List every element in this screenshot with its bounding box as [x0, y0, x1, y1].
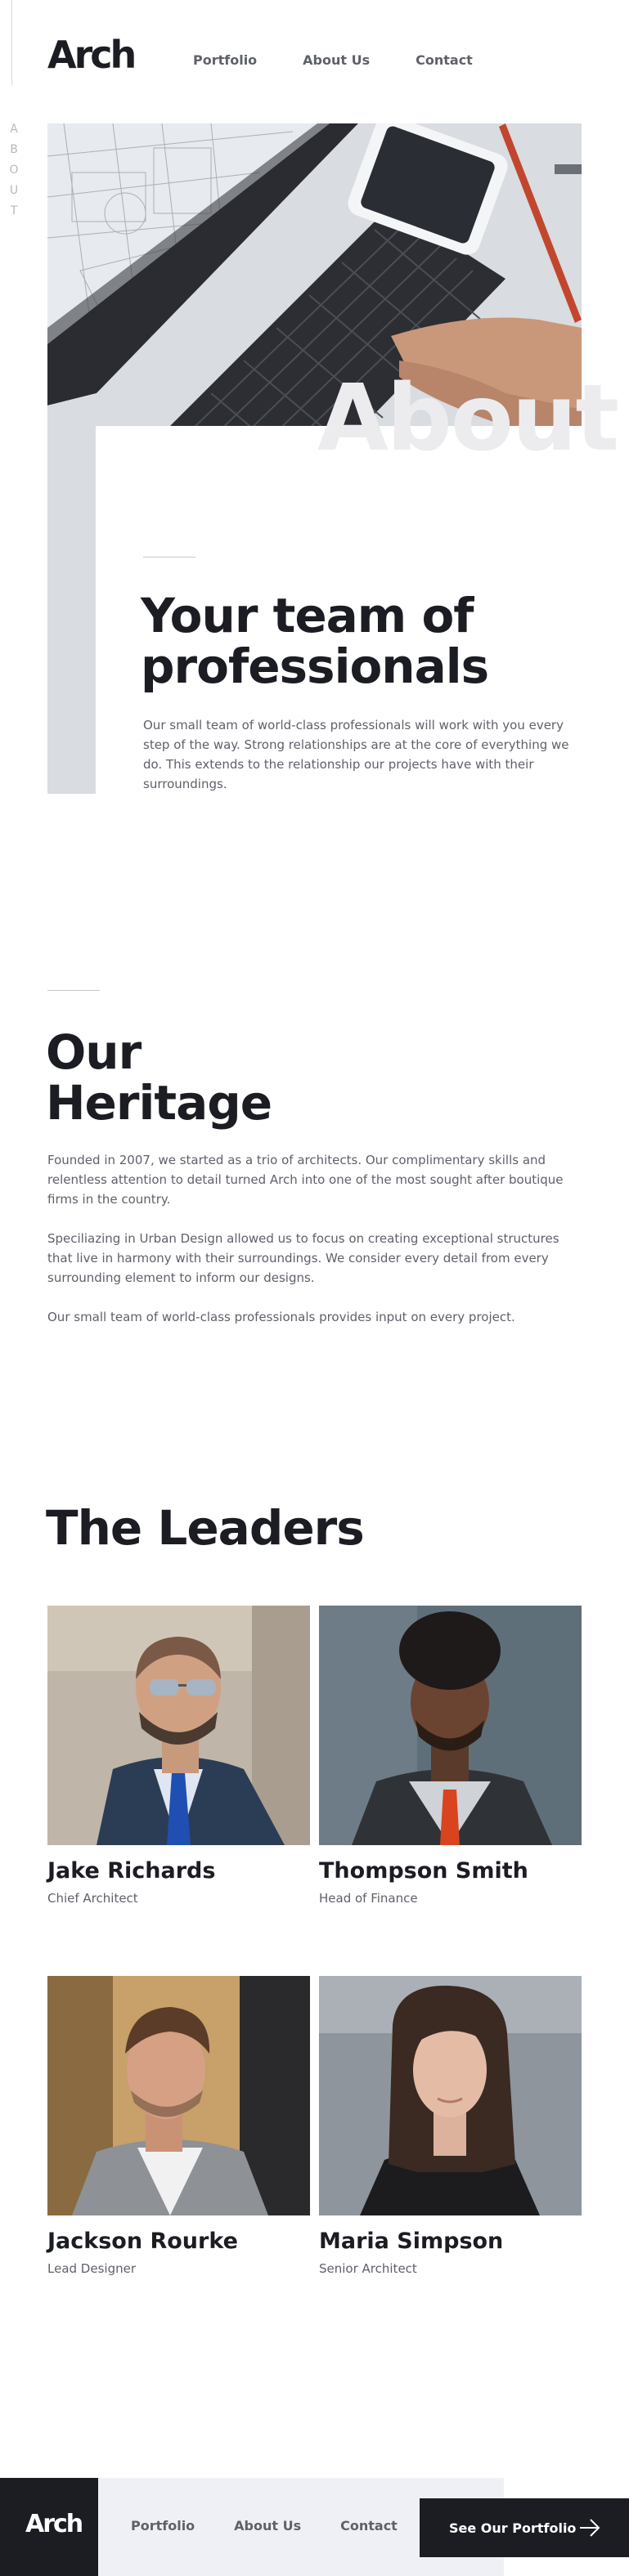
see-portfolio-button[interactable]: See Our Portfolio [420, 2498, 629, 2557]
leader-role: Head of Finance [319, 1891, 418, 1906]
hero-title: Your team of professionals [141, 588, 489, 694]
leader-role: Senior Architect [319, 2261, 417, 2276]
leader-photo-jake [47, 1606, 310, 1845]
see-portfolio-label: See Our Portfolio [449, 2520, 577, 2536]
header-left-rule [11, 0, 12, 85]
nav-portfolio-link[interactable]: Portfolio [193, 52, 257, 68]
leaders-title: The Leaders [46, 1500, 365, 1556]
leader-card: Thompson Smith Head of Finance [319, 1606, 582, 1905]
footer-nav-contact-link[interactable]: Contact [340, 2518, 398, 2533]
hero-description: Our small team of world-class profession… [143, 718, 569, 791]
heritage-paragraph: Our small team of world-class profession… [47, 1310, 515, 1324]
heritage-body: Founded in 2007, we started as a trio of… [47, 1150, 571, 1346]
about-watermark: About [317, 365, 619, 472]
heritage-title: Our Heritage [46, 1024, 272, 1131]
arrow-right-icon [579, 2519, 600, 2540]
leader-card: Jackson Rourke Lead Designer [47, 1976, 310, 2275]
leader-role: Chief Architect [47, 1891, 138, 1906]
heritage-divider [47, 990, 100, 991]
leader-card: Maria Simpson Senior Architect [319, 1976, 582, 2275]
footer-nav-about-link[interactable]: About Us [234, 2518, 301, 2533]
leader-name: Jake Richards [47, 1858, 216, 1884]
heritage-paragraph: Speciliazing in Urban Design allowed us … [47, 1231, 559, 1285]
leader-role: Lead Designer [47, 2261, 136, 2276]
heritage-paragraph: Founded in 2007, we started as a trio of… [47, 1153, 564, 1207]
vertical-page-label: ABOUT [7, 123, 20, 225]
leader-photo-thompson [319, 1606, 582, 1845]
leader-name: Thompson Smith [319, 1858, 528, 1884]
footer-nav: Portfolio About Us Contact [131, 2518, 398, 2533]
footer-nav-portfolio-link[interactable]: Portfolio [131, 2518, 195, 2533]
main-nav: Portfolio About Us Contact [193, 52, 473, 68]
leader-card: Jake Richards Chief Architect [47, 1606, 310, 1905]
nav-contact-link[interactable]: Contact [416, 52, 473, 68]
logo[interactable]: Arch [47, 36, 137, 74]
leader-name: Jackson Rourke [47, 2229, 238, 2254]
leader-photo-maria [319, 1976, 582, 2215]
nav-about-link[interactable]: About Us [303, 52, 370, 68]
footer-logo[interactable]: Arch [25, 2512, 83, 2537]
leader-name: Maria Simpson [319, 2229, 504, 2254]
hero-divider [143, 557, 195, 558]
leader-photo-jackson [47, 1976, 310, 2215]
